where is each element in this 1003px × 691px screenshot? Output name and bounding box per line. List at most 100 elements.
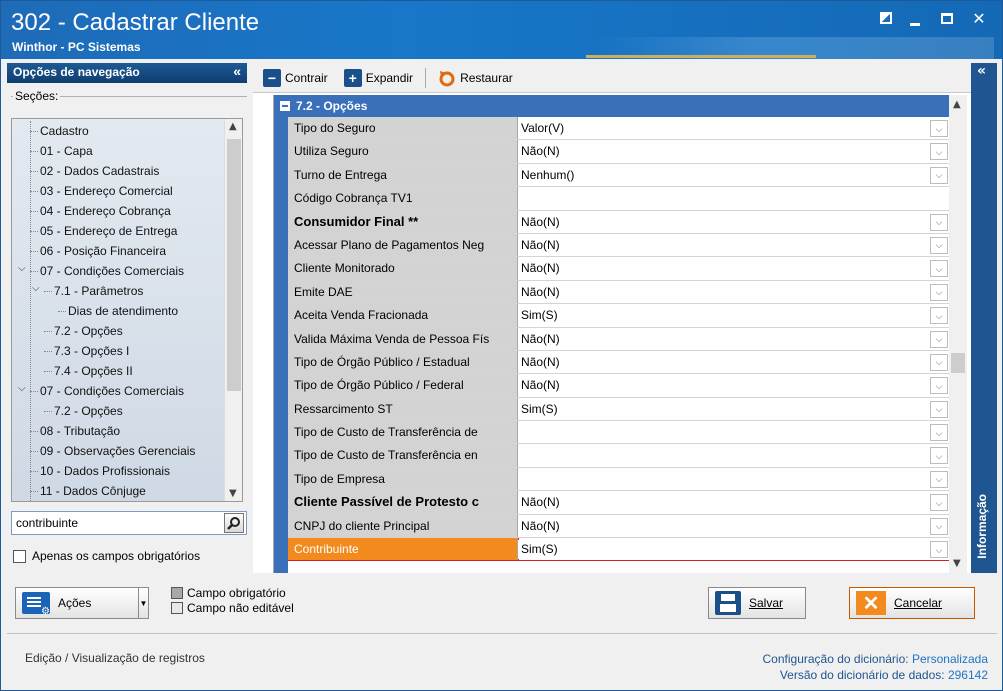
info-panel[interactable]: « Informação [971,63,997,573]
property-row[interactable]: Cliente Monitorado Não(N) ⌵ [288,257,950,281]
property-row[interactable]: Contribuinte Sim(S) ⌵ [288,538,950,562]
chevron-down-icon[interactable]: ⌵ [930,447,948,465]
minimize-icon[interactable] [906,9,924,27]
property-select[interactable]: Não(N) ⌵ [519,140,950,163]
tree-item[interactable]: Dias de atendimento [68,301,178,321]
chevron-down-icon[interactable]: ⌵ [930,541,948,559]
scroll-up-icon[interactable]: ▲ [229,121,237,132]
chevron-down-icon[interactable]: ⌵ [930,424,948,442]
tree-item[interactable]: 07 - Condições Comerciais [40,381,184,401]
cancelar-button[interactable]: ✕ Cancelar [849,587,975,619]
tree-item[interactable]: 7.2 - Opções [54,321,123,341]
tree-item[interactable]: 01 - Capa [40,141,93,161]
property-select[interactable]: ⌵ [519,444,950,467]
expand-chevron-icon[interactable]: ⌵ [32,283,40,294]
expandir-button[interactable]: + Expandir [340,66,417,90]
tree-item[interactable]: 7.1 - Parâmetros [54,281,143,301]
property-select[interactable]: Não(N) ⌵ [519,491,950,514]
property-select[interactable]: Sim(S) ⌵ [519,538,950,561]
property-row[interactable]: Turno de Entrega Nenhum() ⌵ [288,163,950,188]
chevron-down-icon[interactable]: ⌵ [930,213,948,231]
tree-item[interactable]: 03 - Endereço Comercial [40,181,173,201]
property-row[interactable]: Consumidor Final ** Não(N) ⌵ [288,210,950,234]
property-select[interactable]: Não(N) ⌵ [519,327,950,350]
tree-item[interactable]: 11 - Dados Cônjuge [40,481,146,501]
property-select[interactable]: Valor(V) ⌵ [519,117,950,140]
tree-item[interactable]: 7.4 - Opções II [54,361,133,381]
property-row[interactable]: Valida Máxima Venda de Pessoa Fís Não(N) ⌵ [288,327,950,351]
only-required-checkbox[interactable] [13,549,26,563]
property-row[interactable]: Tipo de Empresa ⌵ [288,467,950,492]
chevron-down-icon[interactable]: ⌵ [930,120,948,137]
property-select[interactable]: ⌵ [519,421,950,444]
theme-icon[interactable] [880,12,892,24]
scroll-down-icon[interactable]: ▼ [229,488,237,499]
tree-scroll-thumb[interactable] [227,139,241,391]
tree-item[interactable]: 02 - Dados Cadastrais [40,161,159,181]
property-select[interactable]: Não(N) ⌵ [519,350,950,374]
chevron-down-icon[interactable]: ⌵ [930,494,948,512]
grid-scrollbar[interactable]: ▲ ▼ [949,95,967,573]
tree-item[interactable]: 7.2 - Opções [54,401,123,421]
property-row[interactable]: Tipo de Órgão Público / Estadual Não(N) ⌵ [288,350,950,375]
property-row[interactable]: Tipo de Custo de Transferência en ⌵ [288,444,950,468]
property-select[interactable]: Não(N) ⌵ [519,233,950,257]
property-select[interactable]: Nenhum() ⌵ [519,163,950,187]
tree-item[interactable]: 05 - Endereço de Entrega [40,221,177,241]
property-row[interactable]: Tipo do Seguro Valor(V) ⌵ [288,117,950,141]
chevron-down-icon[interactable]: ⌵ [930,260,948,278]
property-select[interactable]: Não(N) ⌵ [519,257,950,280]
search-button[interactable] [224,513,244,533]
tree-scrollbar[interactable]: ▲ ▼ [224,119,242,501]
salvar-button[interactable]: Salvar [708,587,806,619]
property-select[interactable]: Não(N) ⌵ [519,514,950,538]
chevron-down-icon[interactable]: ⌵ [930,517,948,535]
property-select[interactable]: Sim(S) ⌵ [519,397,950,421]
property-select[interactable]: Não(N) ⌵ [519,280,950,304]
chevron-down-icon[interactable]: ⌵ [930,283,948,301]
chevron-down-icon[interactable]: ⌵ [930,143,948,161]
property-row[interactable]: Tipo de Custo de Transferência de ⌵ [288,421,950,445]
expand-chevron-icon[interactable]: ⌵ [18,383,26,394]
property-row[interactable]: CNPJ do cliente Principal Não(N) ⌵ [288,514,950,539]
property-row[interactable]: Tipo de Órgão Público / Federal Não(N) ⌵ [288,374,950,398]
close-icon[interactable]: ✕ [970,9,988,28]
tree-item[interactable]: 7.3 - Opções I [54,341,129,361]
tree-item[interactable]: 10 - Dados Profissionais [40,461,170,481]
chevron-down-icon[interactable]: ⌵ [930,236,948,254]
maximize-icon[interactable] [938,9,956,27]
scroll-down-icon[interactable]: ▼ [953,558,961,569]
property-select[interactable]: Sim(S) ⌵ [519,304,950,327]
group-header[interactable]: 7.2 - Opções [274,95,950,117]
property-select[interactable]: ⌵ [519,467,950,491]
collapse-group-icon[interactable] [280,101,290,111]
contrair-button[interactable]: − Contrair [259,66,332,90]
tree-item[interactable]: 06 - Posição Financeira [40,241,166,261]
property-row[interactable]: Ressarcimento ST Sim(S) ⌵ [288,397,950,422]
chevron-down-icon[interactable]: ⌵ [930,166,948,184]
property-select[interactable]: Não(N) ⌵ [519,210,950,233]
chevron-down-icon[interactable]: ⌵ [930,330,948,348]
property-row[interactable]: Aceita Venda Fracionada Sim(S) ⌵ [288,304,950,328]
sections-tree[interactable]: Cadastro 01 - Capa 02 - Dados Cadastrais 03… [11,118,243,502]
only-required-option[interactable]: Apenas os campos obrigatórios [13,549,200,563]
tree-item[interactable]: Cadastro [40,121,89,141]
tree-item[interactable]: 09 - Observações Gerenciais [40,441,195,461]
chevron-down-icon[interactable]: ⌵ [930,470,948,488]
property-row[interactable]: Utiliza Seguro Não(N) ⌵ [288,140,950,164]
tree-item[interactable]: 07 - Condições Comerciais [40,261,184,281]
property-row[interactable]: Emite DAE Não(N) ⌵ [288,280,950,305]
collapse-left-icon[interactable]: « [233,63,241,79]
dropdown-arrow-icon[interactable]: ▼ [138,588,148,618]
chevron-down-icon[interactable]: ⌵ [930,400,948,418]
tree-item[interactable]: 08 - Tributação [40,421,120,441]
expand-chevron-icon[interactable]: ⌵ [18,263,26,274]
property-row[interactable]: Acessar Plano de Pagamentos Neg Não(N) ⌵ [288,233,950,258]
chevron-down-icon[interactable]: ⌵ [930,377,948,395]
property-input[interactable] [519,187,950,210]
property-row[interactable]: Cliente Passível de Protesto c Não(N) ⌵ [288,491,950,515]
tree-item[interactable]: 04 - Endereço Cobrança [40,201,171,221]
acoes-button[interactable]: Ações ▼ [15,587,149,619]
restaurar-button[interactable]: Restaurar [434,66,517,90]
chevron-down-icon[interactable]: ⌵ [930,353,948,371]
